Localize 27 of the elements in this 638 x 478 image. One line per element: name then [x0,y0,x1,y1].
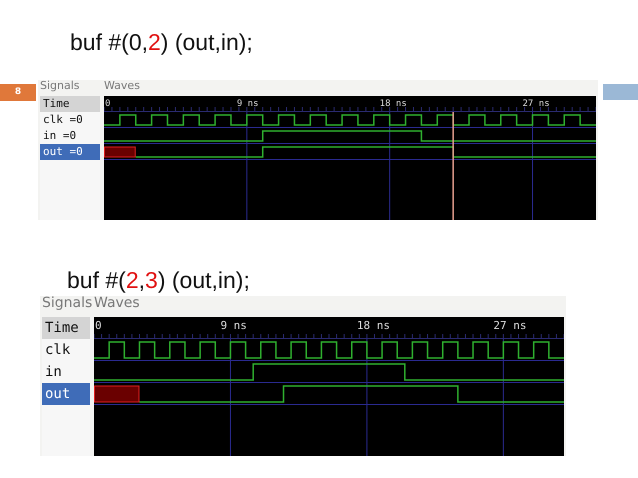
time-label: 18 ns [380,99,407,109]
signal-name[interactable]: in [42,361,90,383]
signal-name[interactable]: in =0 [40,128,100,144]
signal-name[interactable]: clk [42,339,90,361]
time-label: 27 ns [493,319,526,332]
time-label: 0 [105,99,110,109]
panel-label: Waves [94,296,141,313]
signal-name[interactable]: out =0 [40,144,100,160]
panel-label: Signals [42,296,90,313]
undefined-value-marker [94,386,140,402]
undefined-value-marker [104,146,136,158]
time-label: 27 ns [522,99,550,109]
signal-name[interactable]: out [42,383,90,405]
panel-label: Signals [40,80,81,94]
panel-label: Waves [104,80,141,94]
slide-title: buf #(2,3) (out,in); [67,266,251,295]
signal-name[interactable]: clk =0 [40,112,100,128]
time-header[interactable]: Time [42,317,90,339]
time-label: 18 ns [356,319,390,332]
time-cursor[interactable] [452,112,454,220]
slide-number: 8 [0,84,36,101]
time-label: 0 [95,319,102,332]
slide-title: buf #(0,2) (out,in); [70,28,254,57]
time-header[interactable]: Time [40,96,100,112]
slide-accent-bar [603,84,638,100]
time-label: 9 ns [220,319,247,332]
time-label: 9 ns [236,99,259,109]
